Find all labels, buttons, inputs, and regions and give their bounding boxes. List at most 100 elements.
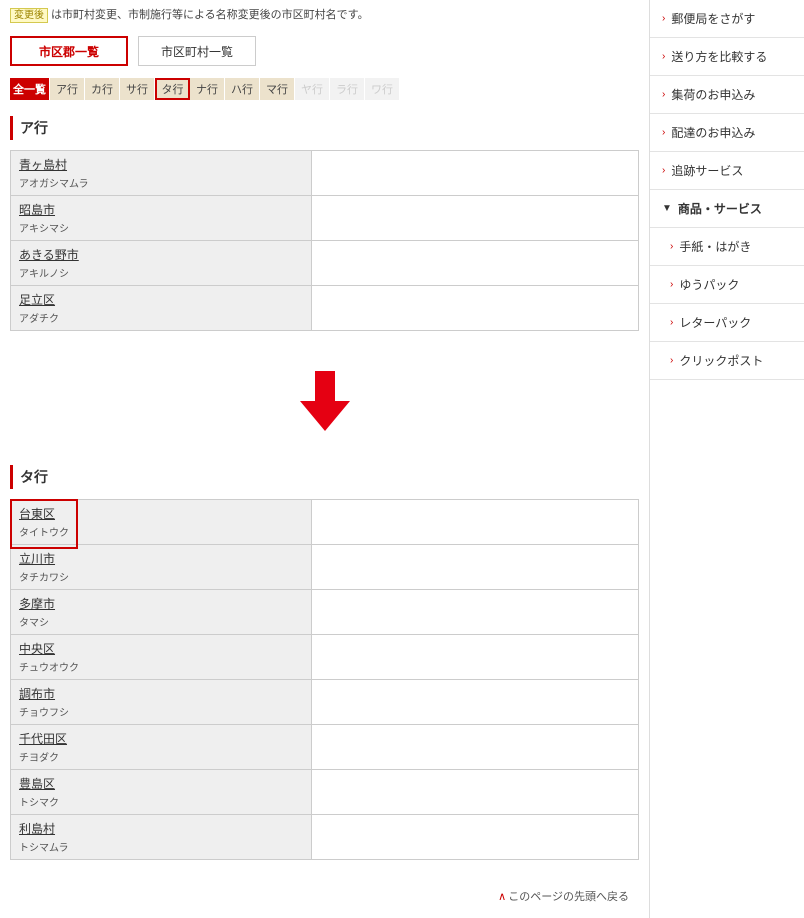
- kana-tab-カ行[interactable]: カ行: [85, 78, 120, 100]
- chevron-right-icon: ›: [670, 317, 673, 328]
- kana-tab-all[interactable]: 全一覧: [10, 78, 50, 100]
- sidebar-item-label: 手紙・はがき: [679, 238, 751, 255]
- back-to-top-link[interactable]: ∧このページの先頭へ戻る: [498, 891, 629, 903]
- city-name: 利島村: [19, 820, 303, 837]
- city-cell[interactable]: 多摩市タマシ: [11, 590, 312, 635]
- city-kana: タイトウク: [19, 524, 303, 539]
- city-cell-empty: [312, 151, 639, 196]
- sidebar-item-label: レターパック: [679, 314, 751, 331]
- kana-tab-ナ行[interactable]: ナ行: [190, 78, 225, 100]
- city-name: 青ヶ島村: [19, 156, 303, 173]
- city-kana: チヨダク: [19, 749, 303, 764]
- kana-tab-ア行[interactable]: ア行: [50, 78, 85, 100]
- city-cell-empty: [312, 241, 639, 286]
- sidebar-item-商品・サービス[interactable]: 商品・サービス: [650, 190, 804, 228]
- back-to-top: ∧このページの先頭へ戻る: [10, 880, 639, 918]
- city-cell-empty: [312, 286, 639, 331]
- caret-up-icon: ∧: [498, 890, 506, 903]
- back-to-top-label: このページの先頭へ戻る: [508, 891, 629, 903]
- legend-text: は市町村変更、市制施行等による名称変更後の市区町村名です。: [51, 9, 369, 21]
- kana-tabs: 全一覧ア行カ行サ行タ行ナ行ハ行マ行ヤ行ラ行ワ行: [10, 78, 639, 100]
- sidebar-item-クリックポスト[interactable]: › クリックポスト: [650, 342, 804, 380]
- sidebar-item-label: 追跡サービス: [671, 162, 743, 179]
- view-tabs: 市区郡一覧 市区町村一覧: [10, 36, 639, 66]
- kana-tab-ラ行: ラ行: [330, 78, 365, 100]
- section-heading-a: ア行: [10, 116, 639, 140]
- sidebar: › 郵便局をさがす › 送り方を比較する › 集荷のお申込み › 配達のお申込み › 追跡サービス…: [649, 0, 804, 918]
- kana-tab-サ行[interactable]: サ行: [120, 78, 155, 100]
- legend-badge: 変更後: [10, 8, 48, 23]
- city-cell[interactable]: 青ヶ島村アオガシマムラ: [11, 151, 312, 196]
- sidebar-item-送り方を比較する[interactable]: › 送り方を比較する: [650, 38, 804, 76]
- chevron-right-icon: ›: [670, 241, 673, 252]
- city-name: 足立区: [19, 291, 303, 308]
- city-cell[interactable]: 中央区チュウオウク: [11, 635, 312, 680]
- city-kana: アキシマシ: [19, 220, 303, 235]
- city-cell[interactable]: 昭島市アキシマシ: [11, 196, 312, 241]
- sidebar-item-集荷のお申込み[interactable]: › 集荷のお申込み: [650, 76, 804, 114]
- chevron-right-icon: ›: [670, 279, 673, 290]
- sidebar-item-配達のお申込み[interactable]: › 配達のお申込み: [650, 114, 804, 152]
- city-cell[interactable]: 利島村トシマムラ: [11, 815, 312, 860]
- arrow-down: [10, 351, 639, 465]
- sidebar-item-label: 商品・サービス: [678, 200, 762, 217]
- city-kana: チョウフシ: [19, 704, 303, 719]
- sidebar-item-レターパック[interactable]: › レターパック: [650, 304, 804, 342]
- city-name: 立川市: [19, 550, 303, 567]
- city-cell-empty: [312, 725, 639, 770]
- city-cell-empty: [312, 680, 639, 725]
- city-kana: トシマムラ: [19, 839, 303, 854]
- sidebar-item-ゆうパック[interactable]: › ゆうパック: [650, 266, 804, 304]
- city-cell[interactable]: 調布市チョウフシ: [11, 680, 312, 725]
- chevron-down-icon: [662, 203, 672, 214]
- sidebar-item-label: 配達のお申込み: [671, 124, 755, 141]
- sidebar-item-label: ゆうパック: [679, 276, 739, 293]
- chevron-right-icon: ›: [662, 127, 665, 138]
- city-kana: チュウオウク: [19, 659, 303, 674]
- city-kana: アキルノシ: [19, 265, 303, 280]
- kana-tab-タ行[interactable]: タ行: [155, 78, 190, 100]
- chevron-right-icon: ›: [670, 355, 673, 366]
- sidebar-item-手紙・はがき[interactable]: › 手紙・はがき: [650, 228, 804, 266]
- city-cell-empty: [312, 196, 639, 241]
- city-cell-empty: [312, 770, 639, 815]
- chevron-right-icon: ›: [662, 13, 665, 24]
- city-kana: アオガシマムラ: [19, 175, 303, 190]
- city-cell-empty: [312, 815, 639, 860]
- city-table-a: 青ヶ島村アオガシマムラ昭島市アキシマシあきる野市アキルノシ足立区アダチク: [10, 150, 639, 331]
- city-cell[interactable]: 台東区タイトウク: [11, 500, 312, 545]
- city-kana: タマシ: [19, 614, 303, 629]
- sidebar-item-label: クリックポスト: [679, 352, 763, 369]
- city-name: 豊島区: [19, 775, 303, 792]
- arrow-down-icon: [300, 371, 350, 431]
- city-name: 千代田区: [19, 730, 303, 747]
- kana-tab-マ行[interactable]: マ行: [260, 78, 295, 100]
- sidebar-item-label: 集荷のお申込み: [671, 86, 755, 103]
- city-cell[interactable]: あきる野市アキルノシ: [11, 241, 312, 286]
- city-cell[interactable]: 足立区アダチク: [11, 286, 312, 331]
- sidebar-item-label: 送り方を比較する: [671, 48, 767, 65]
- kana-tab-ワ行: ワ行: [365, 78, 400, 100]
- chevron-right-icon: ›: [662, 165, 665, 176]
- view-tab-municipality[interactable]: 市区町村一覧: [138, 36, 256, 66]
- city-cell[interactable]: 千代田区チヨダク: [11, 725, 312, 770]
- main-content: 変更後は市町村変更、市制施行等による名称変更後の市区町村名です。 市区郡一覧 市…: [0, 0, 649, 918]
- city-cell-empty: [312, 635, 639, 680]
- sidebar-item-label: 郵便局をさがす: [671, 10, 755, 27]
- sidebar-item-追跡サービス[interactable]: › 追跡サービス: [650, 152, 804, 190]
- city-table-t: 台東区タイトウク立川市タチカワシ多摩市タマシ中央区チュウオウク調布市チョウフシ千…: [10, 499, 639, 860]
- legend-row: 変更後は市町村変更、市制施行等による名称変更後の市区町村名です。: [10, 0, 639, 36]
- city-kana: トシマク: [19, 794, 303, 809]
- city-name: 台東区: [19, 505, 303, 522]
- view-tab-district[interactable]: 市区郡一覧: [10, 36, 128, 66]
- city-cell[interactable]: 豊島区トシマク: [11, 770, 312, 815]
- city-cell-empty: [312, 500, 639, 545]
- city-name: 中央区: [19, 640, 303, 657]
- sidebar-item-郵便局をさがす[interactable]: › 郵便局をさがす: [650, 0, 804, 38]
- chevron-right-icon: ›: [662, 51, 665, 62]
- city-cell-empty: [312, 590, 639, 635]
- city-cell-empty: [312, 545, 639, 590]
- city-cell[interactable]: 立川市タチカワシ: [11, 545, 312, 590]
- chevron-right-icon: ›: [662, 89, 665, 100]
- kana-tab-ハ行[interactable]: ハ行: [225, 78, 260, 100]
